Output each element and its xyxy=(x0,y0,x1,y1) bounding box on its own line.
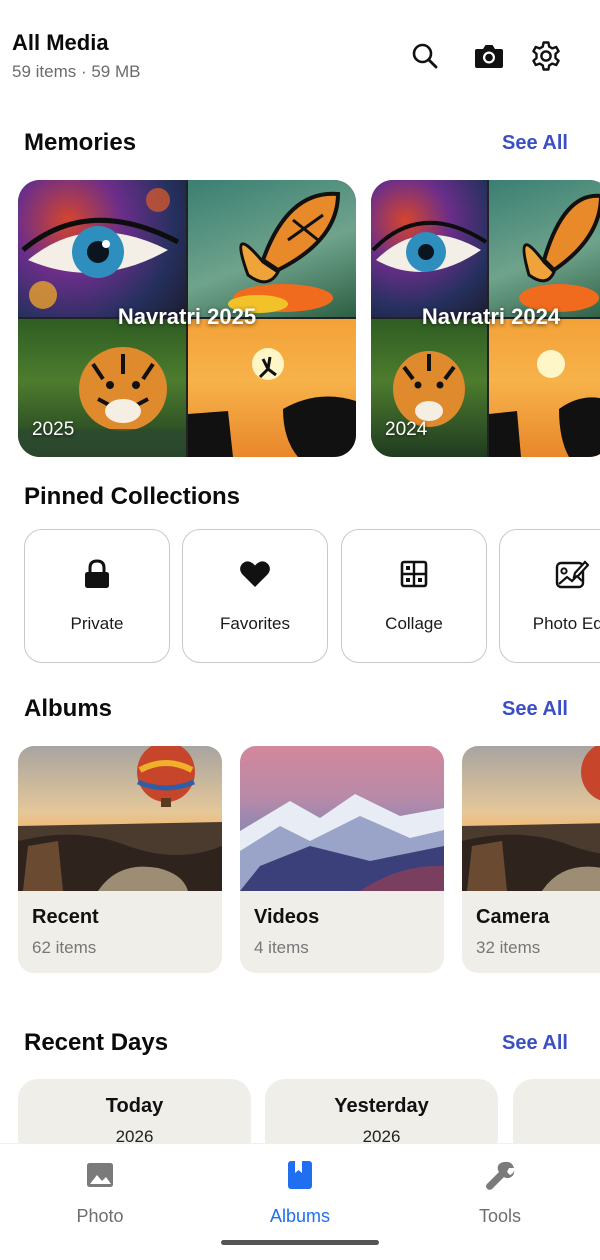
memories-see-all-link[interactable]: See All xyxy=(502,132,568,155)
settings-icon[interactable] xyxy=(526,36,566,76)
album-name: Camera xyxy=(476,906,550,928)
pinned-favorites[interactable]: Favorites xyxy=(182,529,328,663)
album-count: 62 items xyxy=(32,938,97,957)
day-year: 2026 xyxy=(362,1127,401,1144)
album-card-camera[interactable]: Camera 32 items xyxy=(462,746,600,973)
day-card-today[interactable]: Today 2026 xyxy=(18,1079,251,1144)
album-card-videos[interactable]: Videos 4 items xyxy=(240,746,444,973)
memory-photo-eye xyxy=(371,180,487,317)
memories-carousel[interactable]: Navratri 2025 2025 Navratri 2024 2024 xyxy=(18,180,600,458)
memory-card[interactable]: Navratri 2025 2025 xyxy=(18,180,356,457)
memory-photo-sunset-jump xyxy=(489,319,600,457)
pinned-label: Private xyxy=(70,614,124,633)
memory-photo-butterfly xyxy=(489,180,600,317)
camera-icon[interactable] xyxy=(469,36,509,76)
album-card-recent[interactable]: Recent 62 items xyxy=(18,746,222,973)
albums-section-title: Albums xyxy=(24,695,113,722)
day-title: Today xyxy=(105,1095,164,1117)
media-summary: 59 items · 59 MB xyxy=(12,62,141,81)
album-name: Videos xyxy=(254,906,320,928)
pinned-collections-row[interactable]: Private Favorites Collage Photo Ed xyxy=(24,529,600,664)
memory-year: 2025 xyxy=(32,419,75,440)
app-header: All Media 59 items · 59 MB xyxy=(0,0,600,100)
album-count: 4 items xyxy=(254,938,309,957)
pinned-collage[interactable]: Collage xyxy=(341,529,487,663)
recent-days-section-title: Recent Days xyxy=(24,1029,169,1056)
day-year: 2026 xyxy=(115,1127,154,1144)
pinned-section-title: Pinned Collections xyxy=(24,483,241,510)
nav-label: Photo xyxy=(76,1206,124,1226)
album-name: Recent xyxy=(32,906,99,928)
memory-photo-sunset-jump xyxy=(188,319,356,457)
page-title: All Media xyxy=(12,30,109,55)
pinned-photo-edit[interactable]: Photo Edit xyxy=(499,529,600,663)
search-icon[interactable] xyxy=(405,36,445,76)
day-card-yesterday[interactable]: Yesterday 2026 xyxy=(265,1079,498,1144)
pinned-label: Favorites xyxy=(220,614,290,633)
tools-icon xyxy=(440,1158,560,1192)
heart-icon xyxy=(183,558,327,590)
memory-title: Navratri 2025 xyxy=(117,304,257,329)
home-indicator[interactable] xyxy=(221,1240,379,1245)
memory-title: Navratri 2024 xyxy=(421,304,561,329)
album-thumbnail xyxy=(240,746,444,891)
recent-days-see-all-link[interactable]: See All xyxy=(502,1032,568,1055)
recent-days-carousel[interactable]: Today 2026 Yesterday 2026 xyxy=(18,1079,600,1144)
nav-albums[interactable]: Albums xyxy=(240,1158,360,1238)
day-title: Yesterday xyxy=(334,1095,429,1117)
nav-tools[interactable]: Tools xyxy=(440,1158,560,1238)
albums-see-all-link[interactable]: See All xyxy=(502,698,568,721)
memory-photo-butterfly xyxy=(188,180,356,317)
photo-icon xyxy=(40,1158,160,1192)
memories-section-title: Memories xyxy=(24,129,137,156)
nav-label: Tools xyxy=(478,1206,522,1226)
lock-icon xyxy=(25,558,169,590)
nav-photo[interactable]: Photo xyxy=(40,1158,160,1238)
album-thumbnail xyxy=(462,746,600,891)
memory-photo-eye xyxy=(18,180,186,317)
pinned-private[interactable]: Private xyxy=(24,529,170,663)
album-count: 32 items xyxy=(476,938,541,957)
memory-year: 2024 xyxy=(385,419,428,440)
albums-carousel[interactable]: Recent 62 items Videos 4 items Camera 32… xyxy=(18,746,600,974)
collage-icon xyxy=(342,558,486,590)
albums-icon xyxy=(240,1158,360,1192)
nav-label: Albums xyxy=(269,1206,331,1226)
memory-card[interactable]: Navratri 2024 2024 xyxy=(371,180,600,457)
pinned-label: Photo Edit xyxy=(532,614,600,633)
photo-edit-icon xyxy=(500,558,600,590)
album-thumbnail xyxy=(18,746,222,891)
pinned-label: Collage xyxy=(385,614,443,633)
day-card[interactable] xyxy=(513,1079,600,1144)
